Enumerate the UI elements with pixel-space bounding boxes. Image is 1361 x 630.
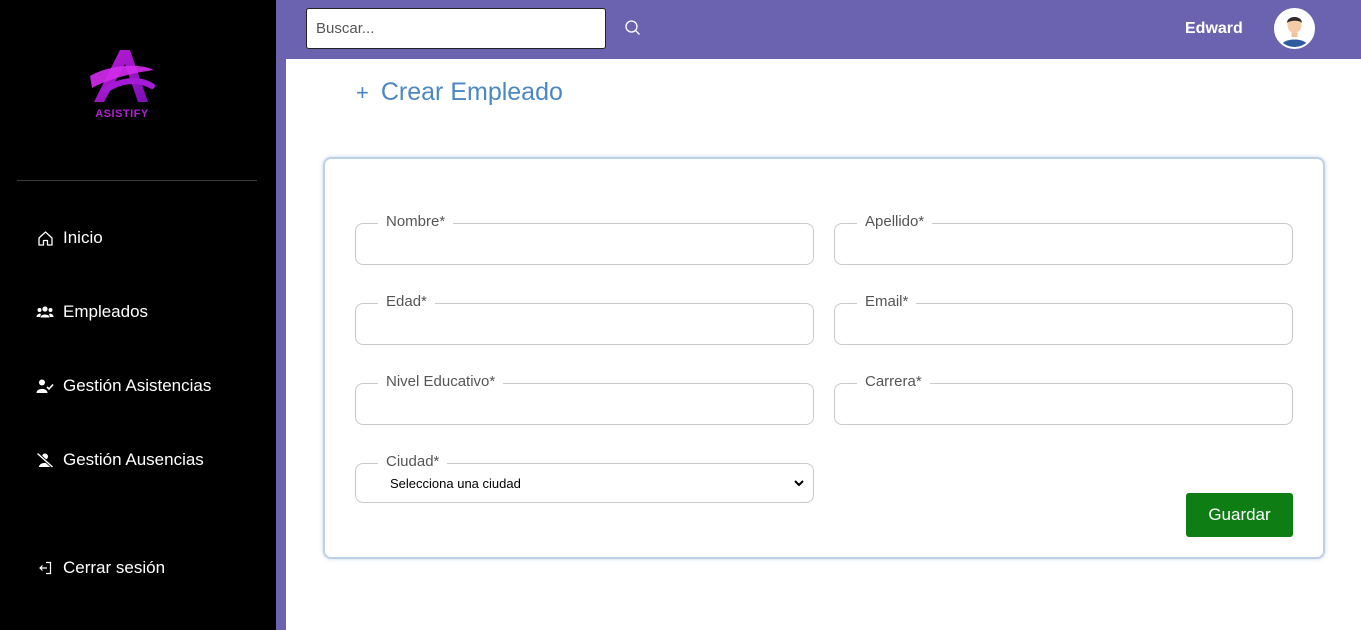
sidebar-item-label: Inicio	[63, 228, 103, 247]
asistify-logo-icon	[90, 50, 155, 102]
sidebar-accent-stripe	[276, 0, 286, 630]
top-bar: Edward	[276, 0, 1361, 59]
carrera-field[interactable]: Carrera*	[834, 372, 1293, 425]
sidebar-divider	[17, 180, 257, 181]
ciudad-selected-value: Selecciona una ciudad	[390, 476, 521, 491]
home-icon	[36, 229, 54, 247]
nombre-input[interactable]	[356, 224, 813, 264]
search-button[interactable]	[624, 19, 644, 39]
email-field[interactable]: Email*	[834, 292, 1293, 345]
user-avatar[interactable]	[1274, 8, 1315, 49]
edad-field[interactable]: Edad*	[355, 292, 814, 345]
ciudad-select[interactable]: Ciudad* Selecciona una ciudad	[355, 452, 814, 503]
logout-icon	[36, 559, 54, 577]
carrera-input[interactable]	[835, 384, 1292, 424]
sidebar-item-empleados[interactable]: Empleados	[36, 302, 148, 322]
email-input[interactable]	[835, 304, 1292, 344]
sidebar-item-label: Gestión Ausencias	[63, 450, 204, 469]
plus-icon: +	[356, 79, 369, 105]
sidebar-item-inicio[interactable]: Inicio	[36, 228, 103, 248]
save-button[interactable]: Guardar	[1186, 493, 1293, 537]
edad-input[interactable]	[356, 304, 813, 344]
brand-name: ASISTIFY	[95, 108, 149, 120]
logout-label: Cerrar sesión	[63, 558, 166, 577]
chevron-down-icon	[793, 476, 807, 490]
apellido-field[interactable]: Apellido*	[834, 212, 1293, 265]
brand-logo[interactable]: ASISTIFY	[86, 44, 158, 124]
sidebar-item-gestion-asistencias[interactable]: Gestión Asistencias	[36, 376, 211, 396]
user-name[interactable]: Edward	[1185, 20, 1243, 38]
logout-button[interactable]: Cerrar sesión	[36, 558, 165, 578]
nivel-educativo-field[interactable]: Nivel Educativo*	[355, 372, 814, 425]
user-slash-icon	[36, 451, 54, 469]
users-icon	[36, 303, 54, 321]
ciudad-label: Ciudad*	[378, 452, 448, 472]
page-title-text: Crear Empleado	[380, 78, 563, 106]
sidebar-item-label: Empleados	[63, 302, 149, 321]
sidebar-item-gestion-ausencias[interactable]: Gestión Ausencias	[36, 450, 204, 470]
nivel-educativo-input[interactable]	[356, 384, 813, 424]
avatar-icon	[1276, 10, 1313, 47]
page-title: + Crear Empleado	[356, 78, 563, 107]
apellido-input[interactable]	[835, 224, 1292, 264]
sidebar-item-label: Gestión Asistencias	[63, 376, 212, 395]
nombre-field[interactable]: Nombre*	[355, 212, 814, 265]
search-input[interactable]	[306, 8, 606, 49]
user-check-icon	[36, 377, 54, 395]
sidebar: ASISTIFY Inicio Empleados Gestión Asiste…	[0, 0, 276, 630]
search-icon	[625, 20, 640, 35]
